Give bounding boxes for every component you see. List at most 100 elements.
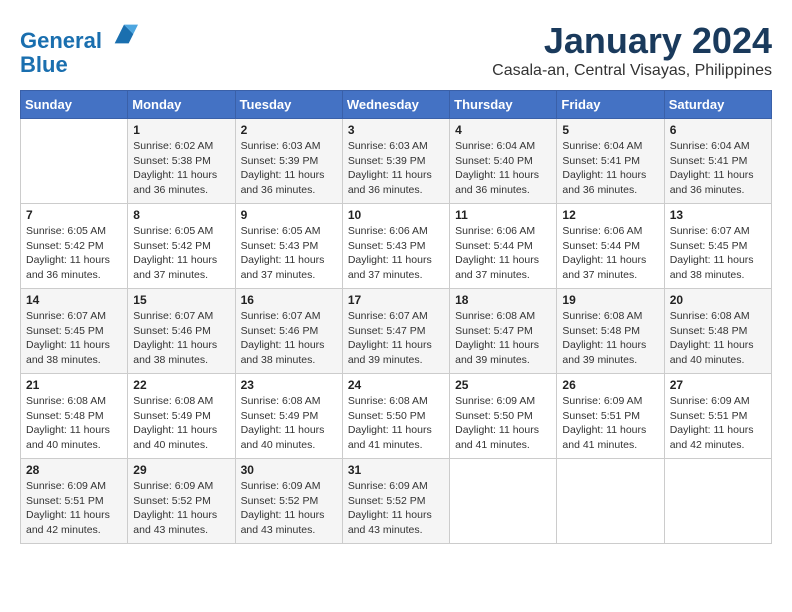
day-info: Sunrise: 6:07 AM Sunset: 5:46 PM Dayligh… xyxy=(241,309,337,368)
calendar-cell: 20Sunrise: 6:08 AM Sunset: 5:48 PM Dayli… xyxy=(664,289,771,374)
weekday-header: Tuesday xyxy=(235,91,342,119)
day-info: Sunrise: 6:03 AM Sunset: 5:39 PM Dayligh… xyxy=(348,139,444,198)
calendar-cell: 15 Sunrise: 6:07 AM Sunset: 5:46 PM Dayli… xyxy=(128,289,235,374)
calendar-cell: 26Sunrise: 6:09 AM Sunset: 5:51 PM Dayli… xyxy=(557,374,664,459)
day-info: Sunrise: 6:03 AM Sunset: 5:39 PM Dayligh… xyxy=(241,139,337,198)
calendar-cell: 8 Sunrise: 6:05 AM Sunset: 5:42 PM Daylig… xyxy=(128,204,235,289)
weekday-header: Saturday xyxy=(664,91,771,119)
calendar-week-row: 28 Sunrise: 6:09 AM Sunset: 5:51 PM Dayli… xyxy=(21,459,772,544)
calendar-table: SundayMondayTuesdayWednesdayThursdayFrid… xyxy=(20,90,772,544)
day-number: 24 xyxy=(348,378,444,392)
day-info: Sunrise: 6:09 AM Sunset: 5:52 PM Dayligh… xyxy=(348,479,444,538)
day-number: 12 xyxy=(562,208,658,222)
day-info: Sunrise: 6:08 AM Sunset: 5:48 PM Dayligh… xyxy=(562,309,658,368)
day-number: 8 xyxy=(133,208,229,222)
location: Casala-an, Central Visayas, Philippines xyxy=(492,62,772,80)
calendar-cell: 5 Sunrise: 6:04 AM Sunset: 5:41 PM Daylig… xyxy=(557,119,664,204)
day-number: 18 xyxy=(455,293,551,307)
day-info: Sunrise: 6:08 AM Sunset: 5:47 PM Dayligh… xyxy=(455,309,551,368)
page-header: General Blue January 2024 Casala-an, Cen… xyxy=(20,20,772,80)
calendar-week-row: 14 Sunrise: 6:07 AM Sunset: 5:45 PM Dayli… xyxy=(21,289,772,374)
day-info: Sunrise: 6:08 AM Sunset: 5:48 PM Dayligh… xyxy=(670,309,766,368)
day-number: 31 xyxy=(348,463,444,477)
day-info: Sunrise: 6:09 AM Sunset: 5:52 PM Dayligh… xyxy=(133,479,229,538)
day-info: Sunrise: 6:07 AM Sunset: 5:47 PM Dayligh… xyxy=(348,309,444,368)
day-number: 10 xyxy=(348,208,444,222)
day-number: 25 xyxy=(455,378,551,392)
calendar-cell: 25 Sunrise: 6:09 AM Sunset: 5:50 PM Dayli… xyxy=(450,374,557,459)
day-number: 16 xyxy=(241,293,337,307)
calendar-cell xyxy=(450,459,557,544)
day-number: 17 xyxy=(348,293,444,307)
day-info: Sunrise: 6:07 AM Sunset: 5:45 PM Dayligh… xyxy=(26,309,122,368)
calendar-cell: 24 Sunrise: 6:08 AM Sunset: 5:50 PM Dayli… xyxy=(342,374,449,459)
day-number: 3 xyxy=(348,123,444,137)
day-info: Sunrise: 6:05 AM Sunset: 5:42 PM Dayligh… xyxy=(133,224,229,283)
day-info: Sunrise: 6:07 AM Sunset: 5:45 PM Dayligh… xyxy=(670,224,766,283)
day-info: Sunrise: 6:05 AM Sunset: 5:42 PM Dayligh… xyxy=(26,224,122,283)
logo-text-blue: Blue xyxy=(20,53,138,77)
day-number: 6 xyxy=(670,123,766,137)
day-number: 13 xyxy=(670,208,766,222)
weekday-header: Sunday xyxy=(21,91,128,119)
day-number: 19 xyxy=(562,293,658,307)
calendar-cell: 13 Sunrise: 6:07 AM Sunset: 5:45 PM Dayli… xyxy=(664,204,771,289)
day-info: Sunrise: 6:05 AM Sunset: 5:43 PM Dayligh… xyxy=(241,224,337,283)
calendar-cell: 28 Sunrise: 6:09 AM Sunset: 5:51 PM Dayli… xyxy=(21,459,128,544)
calendar-cell: 22Sunrise: 6:08 AM Sunset: 5:49 PM Dayli… xyxy=(128,374,235,459)
day-info: Sunrise: 6:08 AM Sunset: 5:48 PM Dayligh… xyxy=(26,394,122,453)
day-info: Sunrise: 6:06 AM Sunset: 5:44 PM Dayligh… xyxy=(562,224,658,283)
weekday-header: Friday xyxy=(557,91,664,119)
day-info: Sunrise: 6:08 AM Sunset: 5:50 PM Dayligh… xyxy=(348,394,444,453)
day-number: 27 xyxy=(670,378,766,392)
calendar-cell: 21 Sunrise: 6:08 AM Sunset: 5:48 PM Dayli… xyxy=(21,374,128,459)
day-info: Sunrise: 6:08 AM Sunset: 5:49 PM Dayligh… xyxy=(241,394,337,453)
weekday-header: Thursday xyxy=(450,91,557,119)
calendar-cell: 16 Sunrise: 6:07 AM Sunset: 5:46 PM Dayli… xyxy=(235,289,342,374)
calendar-cell: 31 Sunrise: 6:09 AM Sunset: 5:52 PM Dayli… xyxy=(342,459,449,544)
calendar-cell: 2 Sunrise: 6:03 AM Sunset: 5:39 PM Daylig… xyxy=(235,119,342,204)
calendar-cell: 14 Sunrise: 6:07 AM Sunset: 5:45 PM Dayli… xyxy=(21,289,128,374)
logo-text: General xyxy=(20,20,138,53)
day-number: 28 xyxy=(26,463,122,477)
calendar-cell: 3 Sunrise: 6:03 AM Sunset: 5:39 PM Daylig… xyxy=(342,119,449,204)
calendar-header: SundayMondayTuesdayWednesdayThursdayFrid… xyxy=(21,91,772,119)
calendar-cell: 27 Sunrise: 6:09 AM Sunset: 5:51 PM Dayli… xyxy=(664,374,771,459)
day-number: 23 xyxy=(241,378,337,392)
logo: General Blue xyxy=(20,20,138,77)
calendar-cell: 7 Sunrise: 6:05 AM Sunset: 5:42 PM Daylig… xyxy=(21,204,128,289)
day-number: 11 xyxy=(455,208,551,222)
calendar-cell: 19 Sunrise: 6:08 AM Sunset: 5:48 PM Dayli… xyxy=(557,289,664,374)
calendar-cell xyxy=(557,459,664,544)
day-number: 30 xyxy=(241,463,337,477)
title-block: January 2024 Casala-an, Central Visayas,… xyxy=(492,20,772,80)
day-info: Sunrise: 6:04 AM Sunset: 5:41 PM Dayligh… xyxy=(670,139,766,198)
calendar-cell: 6 Sunrise: 6:04 AM Sunset: 5:41 PM Daylig… xyxy=(664,119,771,204)
calendar-cell: 17 Sunrise: 6:07 AM Sunset: 5:47 PM Dayli… xyxy=(342,289,449,374)
day-info: Sunrise: 6:09 AM Sunset: 5:51 PM Dayligh… xyxy=(562,394,658,453)
calendar-week-row: 7 Sunrise: 6:05 AM Sunset: 5:42 PM Daylig… xyxy=(21,204,772,289)
day-number: 5 xyxy=(562,123,658,137)
day-info: Sunrise: 6:08 AM Sunset: 5:49 PM Dayligh… xyxy=(133,394,229,453)
calendar-cell: 29Sunrise: 6:09 AM Sunset: 5:52 PM Dayli… xyxy=(128,459,235,544)
day-info: Sunrise: 6:07 AM Sunset: 5:46 PM Dayligh… xyxy=(133,309,229,368)
day-info: Sunrise: 6:04 AM Sunset: 5:41 PM Dayligh… xyxy=(562,139,658,198)
day-number: 9 xyxy=(241,208,337,222)
day-info: Sunrise: 6:09 AM Sunset: 5:52 PM Dayligh… xyxy=(241,479,337,538)
month-title: January 2024 xyxy=(492,20,772,62)
day-number: 7 xyxy=(26,208,122,222)
calendar-cell: 30 Sunrise: 6:09 AM Sunset: 5:52 PM Dayli… xyxy=(235,459,342,544)
calendar-cell: 11Sunrise: 6:06 AM Sunset: 5:44 PM Dayli… xyxy=(450,204,557,289)
calendar-cell: 4Sunrise: 6:04 AM Sunset: 5:40 PM Daylig… xyxy=(450,119,557,204)
day-info: Sunrise: 6:09 AM Sunset: 5:51 PM Dayligh… xyxy=(26,479,122,538)
calendar-cell: 10Sunrise: 6:06 AM Sunset: 5:43 PM Dayli… xyxy=(342,204,449,289)
weekday-header: Monday xyxy=(128,91,235,119)
day-number: 2 xyxy=(241,123,337,137)
day-number: 14 xyxy=(26,293,122,307)
day-number: 15 xyxy=(133,293,229,307)
calendar-cell: 12 Sunrise: 6:06 AM Sunset: 5:44 PM Dayli… xyxy=(557,204,664,289)
day-number: 21 xyxy=(26,378,122,392)
calendar-week-row: 1Sunrise: 6:02 AM Sunset: 5:38 PM Daylig… xyxy=(21,119,772,204)
day-info: Sunrise: 6:09 AM Sunset: 5:50 PM Dayligh… xyxy=(455,394,551,453)
day-info: Sunrise: 6:09 AM Sunset: 5:51 PM Dayligh… xyxy=(670,394,766,453)
